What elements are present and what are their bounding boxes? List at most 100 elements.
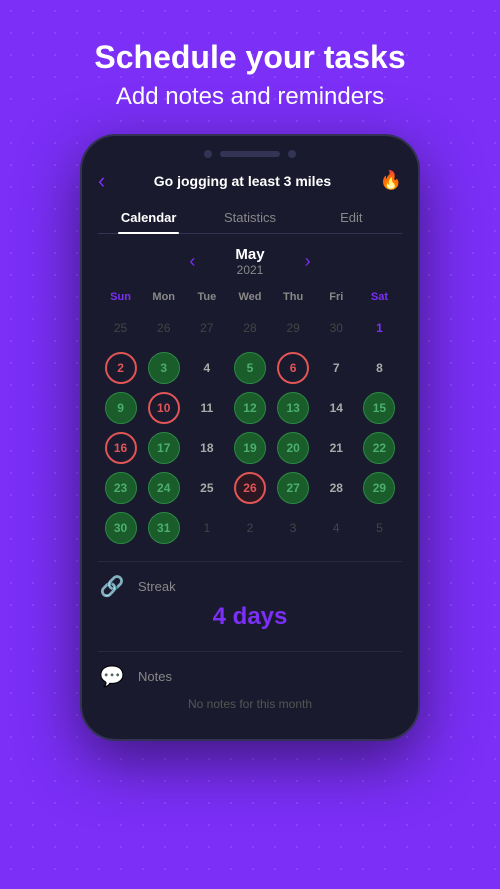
calendar-row: 161718 19202122 xyxy=(100,429,400,467)
phone-top-bar xyxy=(82,150,418,158)
calendar-cell[interactable]: 7 xyxy=(316,349,357,387)
notes-label: Notes xyxy=(138,669,172,684)
header-title-line2: Add notes and reminders xyxy=(20,80,480,114)
calendar-cell[interactable]: 11 xyxy=(186,389,227,427)
calendar-row: 910 111213 14 15 xyxy=(100,389,400,427)
notes-row: 💬 Notes xyxy=(98,664,402,689)
day-number: 15 xyxy=(363,392,395,424)
calendar-cell[interactable]: 12 xyxy=(229,389,270,427)
day-number: 10 xyxy=(148,392,180,424)
header-title-line1: Schedule your tasks xyxy=(20,38,480,76)
calendar-cell[interactable]: 29 xyxy=(359,469,400,507)
weekday-mon: Mon xyxy=(143,287,184,307)
calendar-cell[interactable]: 14 xyxy=(316,389,357,427)
calendar-cell[interactable]: 27 xyxy=(273,469,314,507)
calendar-cell[interactable]: 17 xyxy=(143,429,184,467)
top-bar: ‹ Go jogging at least 3 miles 🔥 xyxy=(98,168,402,194)
calendar-header: ‹ May 2021 › xyxy=(98,246,402,277)
day-number: 19 xyxy=(234,432,266,464)
day-number: 5 xyxy=(234,352,266,384)
calendar-cell[interactable]: 28 xyxy=(316,469,357,507)
day-number: 8 xyxy=(363,352,395,384)
calendar-cell[interactable]: 31 xyxy=(143,509,184,547)
calendar-next-button[interactable]: › xyxy=(305,251,311,272)
calendar-cell[interactable]: 8 xyxy=(359,349,400,387)
calendar-cell[interactable]: 26 xyxy=(143,309,184,347)
calendar-prev-button[interactable]: ‹ xyxy=(189,251,195,272)
calendar-cell[interactable]: 1 xyxy=(186,509,227,547)
tab-statistics[interactable]: Statistics xyxy=(199,202,300,233)
calendar-cell[interactable]: 23 xyxy=(100,469,141,507)
calendar-cell[interactable]: 25 xyxy=(186,469,227,507)
calendar-row: 2526272829 30 1 xyxy=(100,309,400,347)
calendar-cell[interactable]: 6 xyxy=(273,349,314,387)
calendar-cell[interactable]: 30 xyxy=(100,509,141,547)
streak-value: 4 days xyxy=(98,599,402,639)
day-number: 11 xyxy=(191,392,223,424)
tab-bar: Calendar Statistics Edit xyxy=(98,202,402,234)
calendar-cell[interactable]: 20 xyxy=(273,429,314,467)
calendar-cell[interactable]: 26 xyxy=(229,469,270,507)
day-number: 21 xyxy=(320,432,352,464)
day-number: 25 xyxy=(191,472,223,504)
notes-icon: 💬 xyxy=(98,664,126,689)
calendar-cell[interactable]: 10 xyxy=(143,389,184,427)
day-number: 7 xyxy=(320,352,352,384)
calendar-cell[interactable]: 24 xyxy=(143,469,184,507)
day-number: 23 xyxy=(105,472,137,504)
day-number: 6 xyxy=(277,352,309,384)
day-number: 25 xyxy=(105,312,137,344)
day-number: 13 xyxy=(277,392,309,424)
calendar-cell[interactable]: 28 xyxy=(229,309,270,347)
speaker-bar xyxy=(220,151,280,157)
camera-dot-left xyxy=(204,150,212,158)
day-number: 24 xyxy=(148,472,180,504)
calendar-month-year: May 2021 xyxy=(235,246,264,277)
calendar-cell[interactable]: 13 xyxy=(273,389,314,427)
day-number: 3 xyxy=(277,512,309,544)
day-number: 27 xyxy=(277,472,309,504)
day-number: 14 xyxy=(320,392,352,424)
tab-calendar[interactable]: Calendar xyxy=(98,202,199,233)
calendar-cell[interactable]: 3 xyxy=(143,349,184,387)
day-number: 30 xyxy=(105,512,137,544)
calendar-cell[interactable]: 25 xyxy=(100,309,141,347)
calendar-cell[interactable]: 4 xyxy=(316,509,357,547)
calendar-cell[interactable]: 19 xyxy=(229,429,270,467)
calendar-cell[interactable]: 21 xyxy=(316,429,357,467)
calendar-row: 303112345 xyxy=(100,509,400,547)
calendar-cell[interactable]: 18 xyxy=(186,429,227,467)
tab-edit[interactable]: Edit xyxy=(301,202,402,233)
calendar-cell[interactable]: 15 xyxy=(359,389,400,427)
day-number: 1 xyxy=(363,312,395,344)
calendar-cell[interactable]: 30 xyxy=(316,309,357,347)
calendar-cell[interactable]: 3 xyxy=(273,509,314,547)
day-number: 4 xyxy=(191,352,223,384)
streak-section: 🔗 Streak 4 days xyxy=(98,561,402,639)
calendar-year: 2021 xyxy=(235,263,264,277)
day-number: 3 xyxy=(148,352,180,384)
calendar-cell[interactable]: 1 xyxy=(359,309,400,347)
day-number: 30 xyxy=(320,312,352,344)
notes-section: 💬 Notes No notes for this month xyxy=(98,651,402,715)
back-button[interactable]: ‹ xyxy=(98,168,105,194)
weekday-thu: Thu xyxy=(273,287,314,307)
calendar-cell[interactable]: 5 xyxy=(359,509,400,547)
calendar-cell[interactable]: 2 xyxy=(100,349,141,387)
calendar-cell[interactable]: 5 xyxy=(229,349,270,387)
calendar-cell[interactable]: 29 xyxy=(273,309,314,347)
weekday-fri: Fri xyxy=(316,287,357,307)
calendar-row: 23 24 2526272829 xyxy=(100,469,400,507)
day-number: 18 xyxy=(191,432,223,464)
calendar-row: 2345678 xyxy=(100,349,400,387)
calendar-cell[interactable]: 22 xyxy=(359,429,400,467)
day-number: 29 xyxy=(277,312,309,344)
calendar-cell[interactable]: 2 xyxy=(229,509,270,547)
notes-empty-message: No notes for this month xyxy=(98,689,402,715)
calendar-cell[interactable]: 4 xyxy=(186,349,227,387)
day-number: 4 xyxy=(320,512,352,544)
calendar-cell[interactable]: 9 xyxy=(100,389,141,427)
calendar-cell[interactable]: 27 xyxy=(186,309,227,347)
streak-icon: 🔗 xyxy=(98,574,126,599)
calendar-cell[interactable]: 16 xyxy=(100,429,141,467)
